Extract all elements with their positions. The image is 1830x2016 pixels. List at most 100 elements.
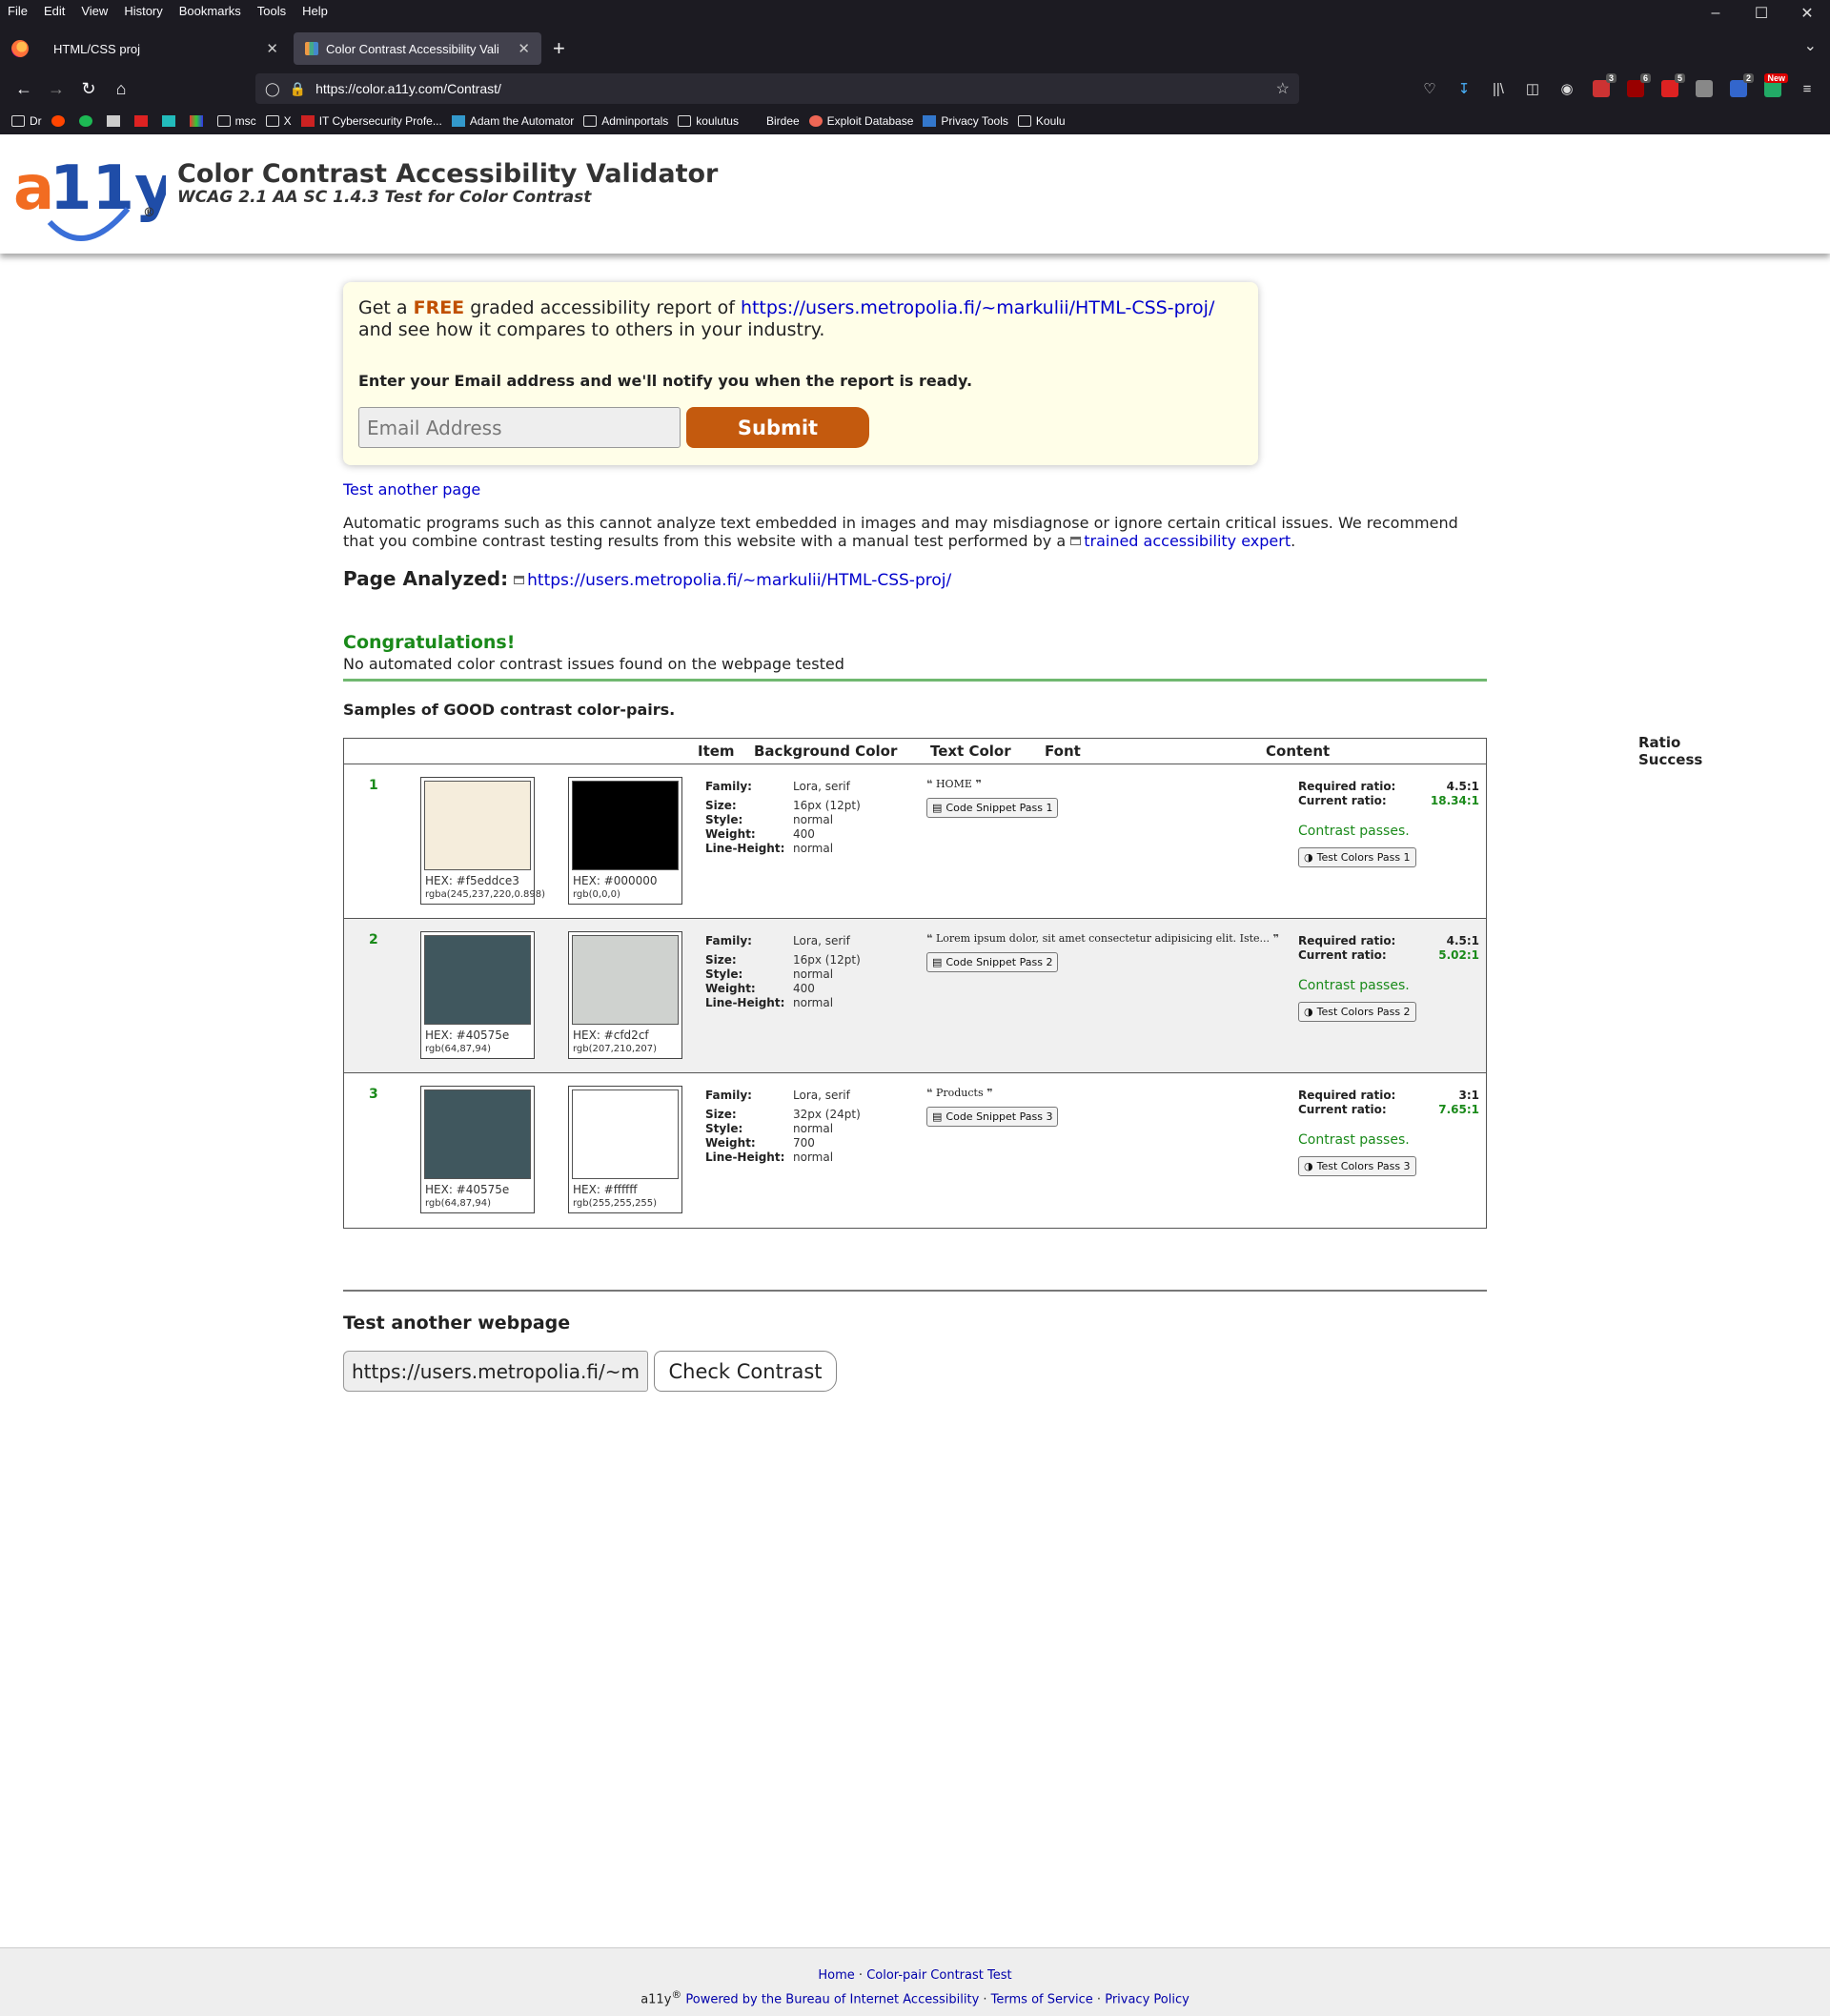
code-icon: ▤ [932, 1110, 943, 1123]
adblock-icon[interactable]: 5 [1653, 73, 1687, 97]
footer-terms-link[interactable]: Terms of Service [991, 1992, 1093, 2006]
new-tab-icon[interactable]: + [553, 36, 565, 61]
whatsnew-icon[interactable]: New [1756, 73, 1790, 97]
bookmark-tool[interactable] [161, 115, 180, 127]
font-label: Style: [705, 967, 743, 981]
bookmark-privacy-tools[interactable]: Privacy Tools [923, 114, 1008, 128]
analyzed-url-link[interactable]: https://users.metropolia.fi/~markulii/HT… [527, 571, 951, 590]
tab-color-contrast[interactable]: Color Contrast Accessibility Vali ✕ [294, 32, 541, 65]
bookmark-birdee[interactable]: Birdee [748, 114, 800, 128]
hamburger-menu-icon[interactable]: ≡ [1790, 81, 1824, 97]
menu-edit[interactable]: Edit [44, 4, 65, 18]
content-sample: HOME [935, 778, 972, 790]
text-color-chip [572, 1089, 679, 1179]
bookmark-exploit-db[interactable]: Exploit Database [808, 114, 913, 128]
open-quote-icon: ❝ [926, 1087, 933, 1099]
extension-icon[interactable]: 3 [1584, 73, 1618, 97]
sidebar-icon[interactable]: ◫ [1515, 80, 1550, 97]
forward-icon[interactable]: → [40, 72, 72, 105]
tab-html-css-proj[interactable]: HTML/CSS proj ✕ [42, 32, 290, 65]
footer-privacy-link[interactable]: Privacy Policy [1105, 1992, 1190, 2006]
bookmark-reddit[interactable] [51, 115, 70, 127]
menu-tools[interactable]: Tools [257, 4, 286, 18]
download-icon[interactable]: ↧ [1447, 80, 1481, 97]
close-tab-icon[interactable]: ✕ [266, 40, 278, 57]
favicon-icon [305, 42, 318, 55]
bookmark-m[interactable] [133, 115, 152, 127]
test-colors-button[interactable]: ◑ Test Colors Pass 2 [1298, 1002, 1416, 1022]
ublock-icon[interactable]: 6 [1618, 73, 1653, 97]
minimize-icon[interactable]: – [1693, 0, 1738, 27]
accessibility-expert-link[interactable]: trained accessibility expert [1084, 532, 1291, 550]
code-snippet-button[interactable]: ▤ Code Snippet Pass 1 [926, 798, 1059, 818]
bookmark-dr[interactable]: Dr [11, 114, 42, 128]
bookmark-koulu[interactable]: Koulu [1017, 114, 1066, 128]
col-header-text-color: Text Color [930, 743, 1011, 760]
font-value: Lora, serif [793, 780, 850, 793]
test-colors-button[interactable]: ◑ Test Colors Pass 3 [1298, 1156, 1416, 1176]
bookmark-color[interactable] [189, 115, 208, 127]
footer-home-link[interactable]: Home [818, 1968, 854, 1983]
code-snippet-button[interactable]: ▤ Code Snippet Pass 3 [926, 1107, 1059, 1127]
submit-button[interactable]: Submit [686, 407, 869, 448]
main-content: Get a FREE graded accessibility report o… [343, 282, 1702, 1392]
external-link-icon [514, 576, 525, 584]
menu-view[interactable]: View [81, 4, 108, 18]
menu-file[interactable]: File [8, 4, 28, 18]
url-bar[interactable]: ◯ 🔒 https://color.a11y.com/Contrast/ ☆ [255, 73, 1299, 104]
test-colors-button[interactable]: ◑ Test Colors Pass 1 [1298, 847, 1416, 867]
bookmark-label: Dr [30, 114, 42, 128]
account-icon[interactable]: ◉ [1550, 80, 1584, 97]
extension-badge: 6 [1639, 73, 1651, 83]
pocket-icon[interactable]: ♡ [1413, 80, 1447, 97]
bookmark-koulutus[interactable]: koulutus [678, 114, 739, 128]
container-icon[interactable]: 2 [1721, 73, 1756, 97]
menu-help[interactable]: Help [302, 4, 328, 18]
star-icon[interactable]: ☆ [1276, 79, 1290, 98]
keepass-icon[interactable] [1687, 80, 1721, 97]
result-message: No automated color contrast issues found… [343, 655, 1487, 682]
background-hex: HEX: #40575e [425, 1183, 510, 1196]
home-icon[interactable]: ⌂ [105, 72, 137, 105]
font-value: 400 [793, 827, 815, 841]
background-swatch: HEX: #40575e rgb(64,87,94) [420, 1086, 535, 1213]
folder-icon [265, 115, 279, 127]
bookmark-it-cyber[interactable]: IT Cybersecurity Profe... [300, 114, 442, 128]
close-window-icon[interactable]: ✕ [1784, 0, 1830, 27]
library-icon[interactable]: ||\ [1481, 81, 1515, 97]
email-field[interactable] [358, 407, 681, 448]
current-value: 7.65:1 [1438, 1103, 1479, 1116]
bookmark-x[interactable]: X [265, 114, 292, 128]
bookmark-adminportals[interactable]: Adminportals [583, 114, 668, 128]
bookmark-adam[interactable]: Adam the Automator [451, 114, 574, 128]
back-icon[interactable]: ← [8, 72, 40, 105]
snippet-label: Code Snippet Pass 2 [946, 956, 1053, 968]
bookmark-uh[interactable] [106, 115, 125, 127]
ratio-cell: Required ratio: 4.5:1 Current ratio: 5.02:1… [1298, 934, 1479, 1022]
chevron-down-icon[interactable]: ⌄ [1804, 36, 1817, 55]
bookmark-spotify[interactable] [78, 115, 97, 127]
lock-icon[interactable]: 🔒 [290, 81, 306, 97]
site-icon [189, 115, 203, 127]
url-input[interactable] [343, 1351, 648, 1392]
page-analyzed: Page Analyzed: https://users.metropolia.… [343, 567, 1487, 590]
bookmark-msc[interactable]: msc [216, 114, 256, 128]
menu-bookmarks[interactable]: Bookmarks [179, 4, 241, 18]
reload-icon[interactable]: ↻ [72, 72, 105, 105]
content-sample: Products [935, 1087, 984, 1099]
check-contrast-button[interactable]: Check Contrast [654, 1351, 837, 1392]
code-snippet-button[interactable]: ▤ Code Snippet Pass 2 [926, 952, 1059, 972]
promo-url-link[interactable]: https://users.metropolia.fi/~markulii/HT… [741, 297, 1214, 318]
a11y-logo[interactable]: a 11y ® [13, 148, 166, 243]
extension-badge: 3 [1605, 73, 1616, 83]
close-tab-icon[interactable]: ✕ [518, 40, 530, 57]
maximize-icon[interactable]: ☐ [1738, 0, 1784, 27]
item-number: 3 [369, 1087, 378, 1102]
shield-icon[interactable]: ◯ [265, 81, 280, 97]
font-line-height: Line-Height: normal [705, 842, 861, 856]
menu-history[interactable]: History [124, 4, 162, 18]
test-another-page-link[interactable]: Test another page [343, 480, 1487, 499]
footer-colorpair-link[interactable]: Color-pair Contrast Test [866, 1968, 1011, 1983]
footer-bureau-link[interactable]: Powered by the Bureau of Internet Access… [685, 1992, 979, 2006]
url-text[interactable]: https://color.a11y.com/Contrast/ [315, 81, 1276, 96]
